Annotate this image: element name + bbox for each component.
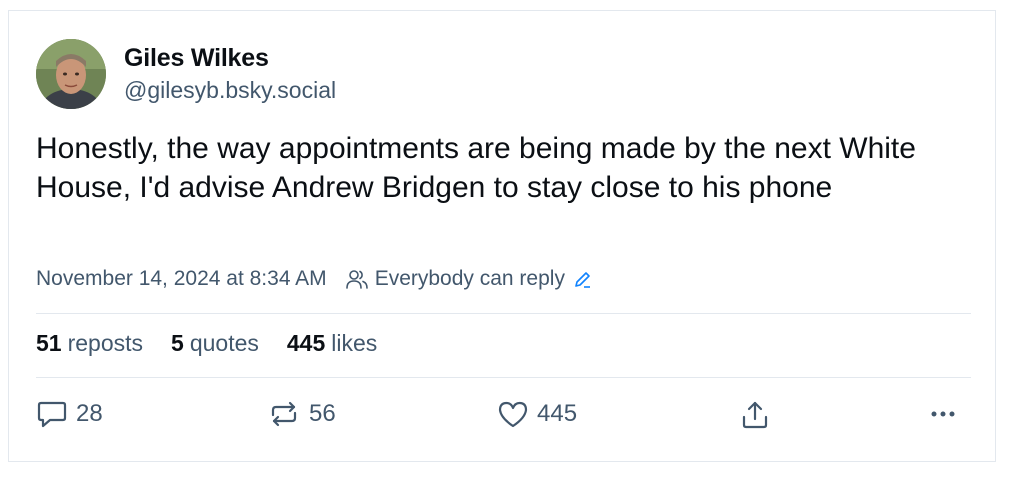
post-timestamp[interactable]: November 14, 2024 at 8:34 AM	[36, 267, 327, 291]
post-stats: 51 reposts 5 quotes 445 likes	[36, 330, 405, 357]
heart-icon	[497, 399, 529, 429]
post-text: Honestly, the way appointments are being…	[36, 132, 916, 204]
share-button[interactable]	[739, 399, 771, 431]
divider	[36, 377, 971, 378]
more-button[interactable]	[928, 399, 958, 429]
reply-button[interactable]: 28	[36, 399, 103, 429]
pencil-icon[interactable]	[573, 269, 593, 289]
post-actions: 28 56 445	[9, 399, 997, 439]
repost-icon	[267, 399, 301, 429]
share-icon	[739, 399, 771, 431]
author-display-name[interactable]: Giles Wilkes	[124, 44, 269, 73]
author-handle[interactable]: @gilesyb.bsky.social	[124, 77, 336, 104]
likes-stat[interactable]: 445 likes	[287, 330, 377, 357]
repost-button[interactable]: 56	[267, 399, 336, 429]
quotes-stat[interactable]: 5 quotes	[171, 330, 259, 357]
post-meta: November 14, 2024 at 8:34 AM Everybody c…	[36, 267, 593, 291]
avatar[interactable]	[36, 39, 106, 109]
like-button[interactable]: 445	[497, 399, 577, 429]
reply-count: 28	[76, 400, 103, 427]
reposts-stat[interactable]: 51 reposts	[36, 330, 143, 357]
repost-count: 56	[309, 400, 336, 427]
like-count: 445	[537, 400, 578, 427]
divider	[36, 313, 971, 314]
post-card: Giles Wilkes @gilesyb.bsky.social Honest…	[8, 10, 996, 462]
reply-icon	[36, 399, 68, 429]
reply-setting[interactable]: Everybody can reply	[375, 267, 565, 291]
more-icon	[928, 399, 958, 429]
people-icon	[345, 268, 369, 290]
